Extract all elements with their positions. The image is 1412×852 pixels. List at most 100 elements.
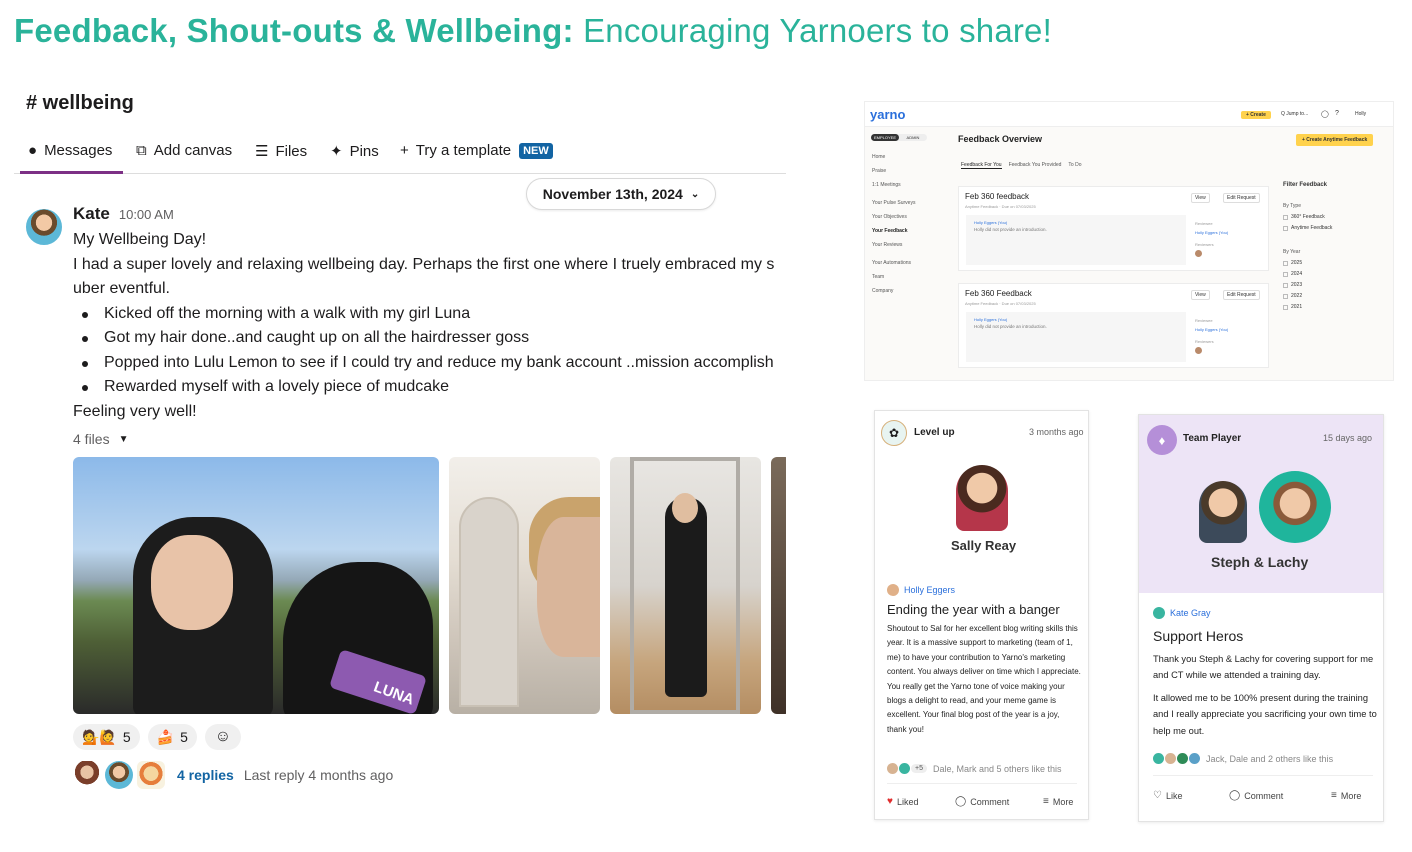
checkbox[interactable] xyxy=(1283,214,1288,220)
sidebar-item-home[interactable]: Home xyxy=(872,154,885,160)
comment-label: Comment xyxy=(970,796,1010,807)
feedback-card-subtitle: Anytime Feedback · Due on 07/03/2025 xyxy=(965,204,1036,209)
sidebar-item-pulse-surveys[interactable]: Your Pulse Surveys xyxy=(872,200,915,206)
checkbox[interactable] xyxy=(1283,225,1288,231)
channel-tabs: ● Messages ⧉ Add canvas ☰ Files ✦ Pins +… xyxy=(14,132,786,174)
bell-icon[interactable]: ◯ xyxy=(1321,110,1329,118)
tab-messages[interactable]: ● Messages xyxy=(28,142,112,159)
reviewee-name[interactable]: Holly Eggers (You) xyxy=(1195,230,1228,235)
filter-option[interactable]: 2022 xyxy=(1283,293,1302,299)
giver[interactable]: Kate Gray xyxy=(1153,607,1211,619)
avatar xyxy=(887,763,898,774)
avatar xyxy=(1189,753,1200,764)
liked-button[interactable]: ♥ Liked xyxy=(887,796,918,807)
reaction-pill[interactable]: 🍰 5 xyxy=(147,724,197,750)
reviewee-name[interactable]: Holly Eggers (You) xyxy=(1195,327,1228,332)
checkbox[interactable] xyxy=(1283,260,1288,266)
kudos-card-level-up[interactable]: ✿ Level up 3 months ago Sally Reay Holly… xyxy=(874,410,1089,820)
like-button[interactable]: ♡ Like xyxy=(1153,790,1182,801)
create-anytime-feedback-button[interactable]: + Create Anytime Feedback xyxy=(1296,134,1374,146)
checkbox[interactable] xyxy=(1283,271,1288,277)
kudos-card-team-player[interactable]: ♦ Team Player 15 days ago Steph & Lachy … xyxy=(1138,414,1384,822)
list-item: Kicked off the morning with a walk with … xyxy=(73,302,786,327)
feedback-card[interactable]: Feb 360 Feedback Anytime Feedback · Due … xyxy=(958,283,1269,368)
reviewers-label: Reviewers xyxy=(1195,339,1214,344)
kudos-message: It allowed me to be 100% present during … xyxy=(1153,693,1377,736)
sidebar-item-praise[interactable]: Praise xyxy=(872,168,886,174)
sidebar-item-reviews[interactable]: Your Reviews xyxy=(872,242,902,248)
photo-figure-shape xyxy=(665,497,707,697)
role-toggle[interactable]: EMPLOYEE ADMIN xyxy=(871,134,927,141)
filter-option[interactable]: Anytime Feedback xyxy=(1283,225,1332,231)
comment-button[interactable]: ◯ Comment xyxy=(955,796,1009,807)
jump-to-search[interactable]: Q Jump to... xyxy=(1281,111,1308,117)
add-reaction-button[interactable]: ☺ xyxy=(204,724,241,750)
files-toggle[interactable]: 4 files ▼ xyxy=(73,431,128,447)
kudos-headline: Ending the year with a banger xyxy=(887,602,1060,617)
edit-request-button[interactable]: Edit Request xyxy=(1223,193,1260,203)
help-icon[interactable]: ? xyxy=(1335,110,1339,117)
role-employee[interactable]: EMPLOYEE xyxy=(871,134,899,141)
view-button[interactable]: View xyxy=(1191,193,1210,203)
yarno-logo[interactable]: yarno xyxy=(870,107,905,122)
tab-try-template[interactable]: + Try a template NEW xyxy=(400,142,553,159)
edit-request-button[interactable]: Edit Request xyxy=(1223,290,1260,300)
thread-summary[interactable]: 4 replies Last reply 4 months ago xyxy=(73,761,393,789)
requester-name[interactable]: Holly Eggers (You) xyxy=(974,317,1007,322)
tab-feedback-you-provided[interactable]: Feedback You Provided xyxy=(1009,162,1062,169)
photo-mudcake-partial[interactable] xyxy=(771,457,786,714)
role-admin[interactable]: ADMIN xyxy=(899,134,927,141)
tab-pins-label: Pins xyxy=(349,142,379,160)
more-button[interactable]: ≡ More xyxy=(1043,796,1073,807)
sidebar-item-company[interactable]: Company xyxy=(872,288,893,294)
checkbox[interactable] xyxy=(1283,293,1288,299)
filter-option[interactable]: 2025 xyxy=(1283,260,1302,266)
kudos-message: Thank you Steph & Lachy for covering sup… xyxy=(1153,654,1374,681)
message-timestamp[interactable]: 10:00 AM xyxy=(119,207,174,222)
replies-link[interactable]: 4 replies xyxy=(177,767,234,783)
tab-feedback-for-you[interactable]: Feedback For You xyxy=(961,162,1002,169)
tab-to-do[interactable]: To Do xyxy=(1068,162,1081,169)
slide-title-light: Encouraging Yarnoers to share! xyxy=(583,12,1052,49)
photo-hair-salon[interactable] xyxy=(449,457,600,714)
sidebar-item-feedback[interactable]: Your Feedback xyxy=(872,228,907,234)
filter-option[interactable]: 360° Feedback xyxy=(1283,214,1325,220)
requester-name[interactable]: Holly Eggers (You) xyxy=(974,220,1007,225)
checkbox[interactable] xyxy=(1283,282,1288,288)
filter-option-label: 360° Feedback xyxy=(1291,214,1325,220)
sidebar-item-automations[interactable]: Your Automations xyxy=(872,260,911,266)
feedback-card[interactable]: Feb 360 feedback Anytime Feedback · Due … xyxy=(958,186,1269,271)
caret-down-icon: ▼ xyxy=(118,433,129,445)
team-player-badge-icon: ♦ xyxy=(1147,425,1177,455)
filter-option-label: 2023 xyxy=(1291,282,1303,288)
message-author[interactable]: Kate xyxy=(73,204,110,224)
likers-summary[interactable]: Jack, Dale and 2 others like this xyxy=(1153,753,1333,764)
reaction-count: 5 xyxy=(180,729,188,745)
likers-summary[interactable]: +5 Dale, Mark and 5 others like this xyxy=(887,763,1062,774)
menu-icon: ≡ xyxy=(1331,790,1337,801)
filter-option[interactable]: 2024 xyxy=(1283,271,1302,277)
more-button[interactable]: ≡ More xyxy=(1331,790,1361,801)
user-menu[interactable]: Holly xyxy=(1355,111,1366,117)
photo-mirror-selfie[interactable] xyxy=(610,457,761,714)
sidebar-item-objectives[interactable]: Your Objectives xyxy=(872,214,907,220)
message-bullet-list: Kicked off the morning with a walk with … xyxy=(73,302,786,400)
create-button[interactable]: + Create xyxy=(1241,111,1271,119)
reaction-emoji: 💁🙋 xyxy=(82,728,117,745)
reaction-pill[interactable]: 💁🙋 5 xyxy=(73,724,140,750)
sidebar-item-meetings[interactable]: 1:1 Meetings xyxy=(872,182,901,188)
filter-option[interactable]: 2021 xyxy=(1283,304,1302,310)
sidebar-item-team[interactable]: Team xyxy=(872,274,884,280)
view-button[interactable]: View xyxy=(1191,290,1210,300)
giver[interactable]: Holly Eggers xyxy=(887,584,955,596)
date-divider-pill[interactable]: November 13th, 2024 ⌄ xyxy=(526,178,716,210)
tab-pins[interactable]: ✦ Pins xyxy=(330,142,379,161)
avatar[interactable] xyxy=(24,207,64,247)
tab-files[interactable]: ☰ Files xyxy=(255,142,307,161)
tab-add-canvas[interactable]: ⧉ Add canvas xyxy=(136,142,232,159)
comment-button[interactable]: ◯ Comment xyxy=(1229,790,1283,801)
filter-option[interactable]: 2023 xyxy=(1283,282,1302,288)
photo-walk-with-dog[interactable]: LUNA xyxy=(73,457,439,714)
channel-name[interactable]: # wellbeing xyxy=(26,92,134,115)
checkbox[interactable] xyxy=(1283,304,1288,310)
